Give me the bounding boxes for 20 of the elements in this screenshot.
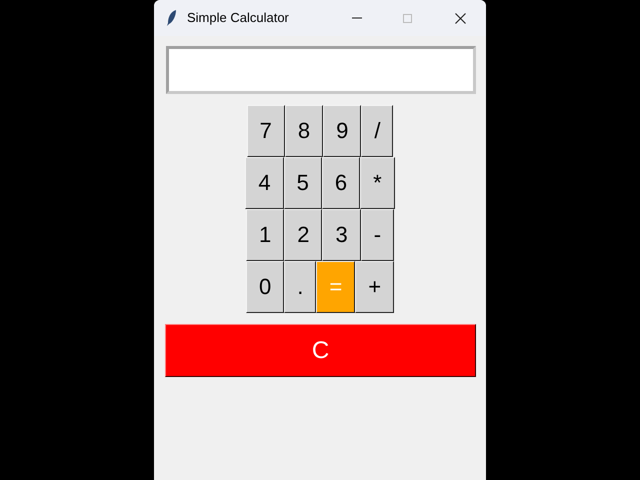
keypad-button[interactable]: 8	[284, 105, 324, 157]
keypad-button[interactable]: 4	[245, 157, 284, 209]
keypad-button[interactable]: 7	[246, 105, 285, 157]
keypad-button[interactable]: 5	[284, 157, 322, 209]
keypad-button[interactable]: *	[360, 157, 395, 209]
keypad-button[interactable]: 6	[322, 157, 360, 209]
keypad-button[interactable]: 2	[284, 209, 322, 261]
keypad-button[interactable]: 1	[246, 209, 284, 261]
keypad-button[interactable]: +	[355, 261, 394, 313]
keypad-button[interactable]: -	[360, 209, 394, 261]
display-field[interactable]	[166, 46, 476, 94]
keypad-button[interactable]: /	[361, 105, 394, 157]
keypad-button[interactable]: 3	[322, 209, 361, 261]
keypad-button[interactable]: 9	[323, 105, 362, 157]
keypad-button[interactable]: .	[284, 261, 316, 313]
clear-button[interactable]: C	[165, 324, 476, 377]
keypad-button[interactable]: 0	[246, 261, 284, 313]
window-title: Simple Calculator	[187, 9, 289, 28]
feather-icon	[166, 9, 178, 27]
close-icon[interactable]	[455, 12, 466, 24]
